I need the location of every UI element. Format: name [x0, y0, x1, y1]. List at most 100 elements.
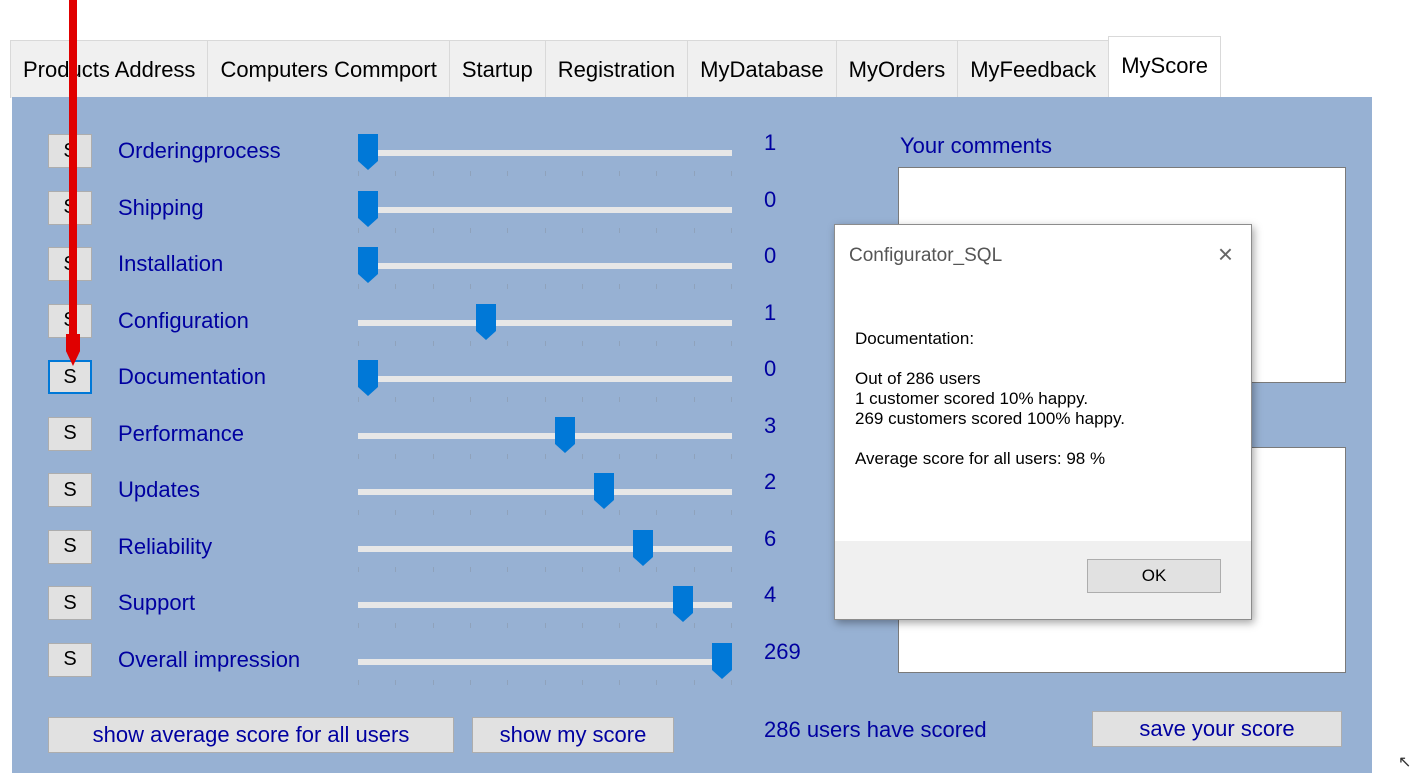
- score-slider[interactable]: [358, 376, 732, 382]
- slider-thumb[interactable]: [475, 303, 496, 340]
- tab-myfeedback[interactable]: MyFeedback: [957, 40, 1110, 98]
- tab-mydatabase[interactable]: MyDatabase: [687, 40, 837, 98]
- slider-tick: [507, 340, 509, 346]
- slider-tick: [507, 679, 509, 685]
- show-score-button[interactable]: S: [48, 586, 92, 620]
- score-slider[interactable]: [358, 206, 732, 213]
- slider-tick: [731, 227, 732, 233]
- tab-products-address[interactable]: Products Address: [10, 40, 209, 98]
- slider-tick: [693, 510, 695, 515]
- slider-tick: [544, 227, 546, 233]
- slider-tick: [619, 566, 621, 572]
- slider-thumb[interactable]: [358, 247, 378, 283]
- slider-tick: [432, 510, 434, 515]
- slider-tick: [581, 340, 583, 346]
- slider-tick: [656, 510, 658, 515]
- slider-tick: [469, 453, 471, 459]
- slider-thumb[interactable]: [594, 473, 615, 509]
- score-slider[interactable]: [358, 319, 732, 326]
- tab-myorders[interactable]: MyOrders: [835, 40, 959, 98]
- score-value: 1: [764, 299, 777, 325]
- slider-thumb[interactable]: [633, 529, 654, 566]
- show-score-button[interactable]: S: [48, 473, 92, 507]
- slider-ticks: [358, 227, 732, 234]
- slider-tick: [395, 171, 397, 176]
- slider-tick: [693, 284, 695, 289]
- score-value: 2: [764, 469, 777, 494]
- slider-tick: [619, 227, 621, 233]
- slider-tick: [507, 623, 509, 628]
- slider-ticks: [358, 453, 732, 460]
- tab-startup[interactable]: Startup: [448, 40, 546, 98]
- slider-tick: [693, 397, 695, 402]
- score-category-label: Updates: [118, 477, 200, 502]
- save-score-button[interactable]: save your score: [1092, 711, 1342, 747]
- score-row: S Documentation 0: [12, 353, 852, 409]
- show-score-button[interactable]: S: [48, 416, 92, 451]
- slider-tick: [395, 284, 397, 289]
- slider-tick: [358, 171, 359, 176]
- resize-cursor-icon: ↖: [1398, 754, 1410, 771]
- dialog-line: Documentation:: [855, 329, 975, 348]
- dialog-line: [855, 429, 1125, 449]
- show-average-score-button[interactable]: show average score for all users: [48, 717, 454, 753]
- slider-tick: [619, 397, 621, 402]
- score-category-label: Installation: [118, 251, 224, 276]
- message-dialog: Configurator_SQL × Documentation: Out of…: [834, 224, 1252, 620]
- ok-button[interactable]: OK: [1087, 559, 1221, 593]
- slider-tick: [693, 566, 695, 572]
- score-category-label: Configuration: [118, 307, 249, 333]
- slider-thumb[interactable]: [358, 360, 378, 396]
- score-slider[interactable]: [358, 263, 732, 269]
- slider-thumb[interactable]: [672, 586, 693, 622]
- slider-tick: [619, 284, 621, 289]
- close-icon[interactable]: ×: [1218, 239, 1233, 270]
- slider-ticks: [358, 510, 732, 516]
- slider-tick: [619, 453, 621, 459]
- slider-thumb[interactable]: [358, 134, 378, 170]
- tab-myscore[interactable]: MyScore: [1108, 36, 1221, 98]
- slider-tick: [432, 453, 434, 459]
- score-row: S Updates 2: [12, 466, 852, 522]
- slider-tick: [432, 679, 434, 685]
- score-slider[interactable]: [358, 432, 732, 439]
- slider-tick: [544, 453, 546, 459]
- tab-registration[interactable]: Registration: [544, 40, 689, 98]
- dialog-title: Configurator_SQL: [849, 245, 1003, 266]
- slider-tick: [469, 171, 471, 176]
- score-slider[interactable]: [358, 545, 732, 552]
- slider-tick: [358, 227, 359, 233]
- score-slider[interactable]: [358, 150, 732, 156]
- slider-tick: [731, 623, 732, 628]
- slider-tick: [358, 510, 359, 515]
- slider-tick: [656, 566, 658, 572]
- slider-tick: [507, 397, 509, 402]
- slider-tick: [469, 397, 471, 402]
- dialog-footer: OK: [835, 541, 1251, 619]
- slider-tick: [619, 171, 621, 176]
- slider-thumb[interactable]: [712, 642, 732, 679]
- score-row: S Reliability 6: [12, 523, 852, 579]
- slider-tick: [693, 453, 695, 459]
- show-score-button[interactable]: S: [48, 529, 92, 564]
- slider-thumb[interactable]: [358, 190, 378, 227]
- slider-tick: [656, 284, 658, 289]
- slider-ticks: [358, 284, 732, 290]
- slider-tick: [395, 679, 397, 685]
- show-my-score-button[interactable]: show my score: [472, 717, 674, 753]
- slider-tick: [358, 623, 359, 628]
- slider-ticks: [358, 340, 732, 347]
- slider-tick: [731, 171, 732, 176]
- slider-tick: [656, 227, 658, 233]
- slider-thumb[interactable]: [554, 416, 575, 453]
- tab-computers-commport[interactable]: Computers Commport: [207, 40, 450, 98]
- slider-tick: [619, 510, 621, 515]
- slider-tick: [731, 566, 732, 572]
- slider-tick: [581, 284, 583, 289]
- score-slider[interactable]: [358, 489, 732, 495]
- show-score-button[interactable]: S: [48, 642, 92, 677]
- tab-bar: Products Address Computers Commport Star…: [10, 36, 1221, 98]
- slider-tick: [395, 623, 397, 628]
- score-slider[interactable]: [358, 658, 732, 665]
- slider-tick: [432, 566, 434, 572]
